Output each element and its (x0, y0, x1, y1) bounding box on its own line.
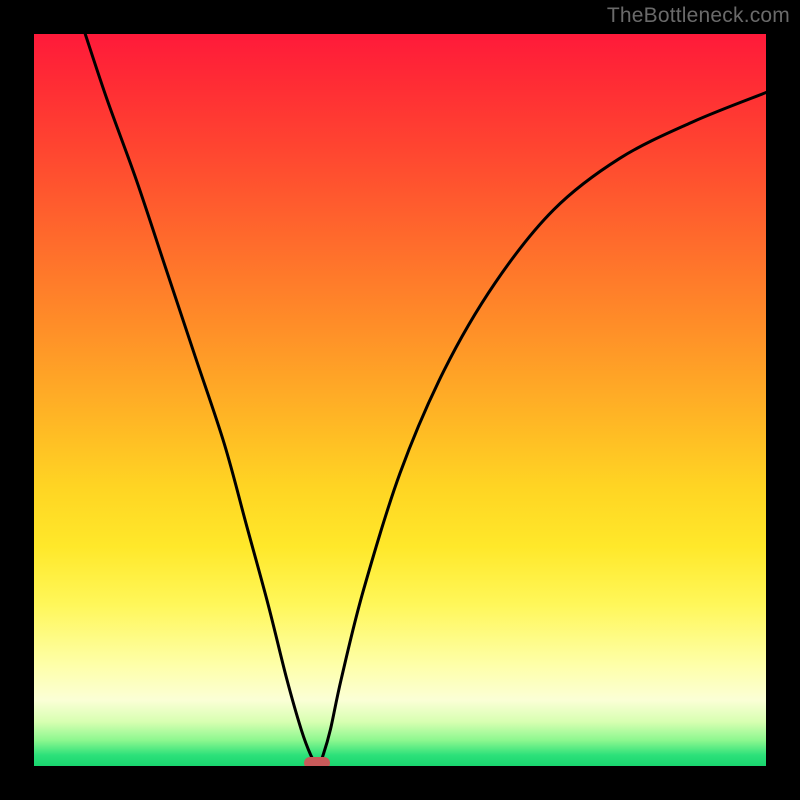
chart-frame: TheBottleneck.com (0, 0, 800, 800)
watermark-text: TheBottleneck.com (607, 4, 790, 28)
curve-path (85, 34, 766, 763)
optimal-marker (304, 757, 330, 766)
bottleneck-curve (34, 34, 766, 766)
plot-area (34, 34, 766, 766)
